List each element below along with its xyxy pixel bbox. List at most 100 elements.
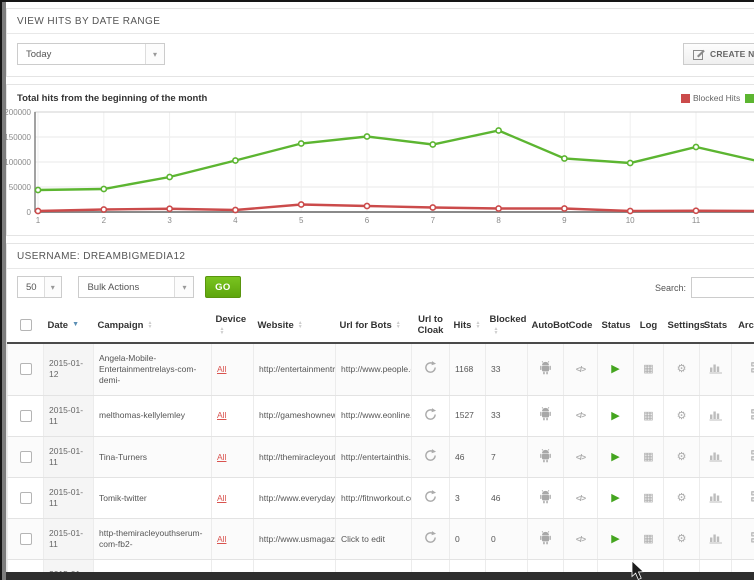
column-header-device[interactable]: Device▲▼: [212, 309, 254, 343]
autobot-android-icon[interactable]: [539, 407, 552, 421]
chevron-down-icon: ▾: [145, 44, 164, 64]
device-link[interactable]: All: [217, 534, 226, 544]
mouse-cursor: [631, 561, 645, 580]
status-play-icon[interactable]: ▶: [611, 533, 619, 545]
cloak-refresh-icon[interactable]: [424, 531, 437, 544]
website-cell: http://themiracleyouthser...: [254, 437, 336, 478]
select-all-checkbox[interactable]: [20, 319, 32, 331]
code-icon[interactable]: </>: [576, 493, 585, 503]
campaign-cell: http-themiracleyouthserum-com-fb2-: [94, 519, 212, 560]
sort-desc-icon: ▼: [72, 321, 79, 328]
autobot-android-icon[interactable]: [539, 449, 552, 463]
log-grid-icon[interactable]: ▦: [643, 492, 653, 504]
campaign-cell: Angela-Mobile-Entertainmentrelays-com-de…: [94, 343, 212, 396]
svg-text:100000: 100000: [5, 158, 32, 167]
status-play-icon[interactable]: ▶: [611, 492, 619, 504]
autobot-android-icon[interactable]: [539, 361, 552, 375]
log-grid-icon[interactable]: ▦: [643, 410, 653, 422]
archive-stack-icon[interactable]: [749, 490, 754, 503]
blocked-cell: 46: [486, 478, 528, 519]
row-checkbox[interactable]: [20, 492, 32, 504]
url-for-bots-cell: http://www.eonline.com/n...: [336, 395, 412, 436]
log-grid-icon[interactable]: ▦: [643, 533, 653, 545]
row-checkbox[interactable]: [20, 410, 32, 422]
create-new-campaign-button[interactable]: CREATE NEW CAMPAIGN: [683, 43, 754, 65]
column-header-stats: Stats: [700, 309, 732, 343]
code-icon[interactable]: </>: [576, 534, 585, 544]
status-play-icon[interactable]: ▶: [611, 451, 619, 463]
legend-label-blocked: Blocked Hits: [693, 93, 740, 103]
archive-stack-icon[interactable]: [749, 408, 754, 421]
page-size-select[interactable]: 50 ▾: [17, 276, 62, 298]
table-row: 2015-01-11 Tina-Turners All http://themi…: [8, 437, 754, 478]
code-icon[interactable]: </>: [576, 410, 585, 420]
date-range-panel: VIEW HITS BY DATE RANGE Today ▾ CREATE N…: [6, 8, 754, 77]
username-title: USERNAME: DREAMBIGMEDIA12: [7, 244, 754, 269]
column-header-url-for-bots[interactable]: Url for Bots▲▼: [336, 309, 412, 343]
column-header-settings: Settings: [664, 309, 700, 343]
settings-gear-icon[interactable]: ⚙: [677, 410, 687, 422]
website-cell: http://entertainmentrelays...: [254, 343, 336, 396]
status-play-icon[interactable]: ▶: [611, 363, 619, 375]
code-icon[interactable]: </>: [576, 452, 585, 462]
cloak-refresh-icon[interactable]: [424, 361, 437, 374]
settings-gear-icon[interactable]: ⚙: [677, 363, 687, 375]
cloak-refresh-icon[interactable]: [424, 449, 437, 462]
cloak-refresh-icon[interactable]: [424, 408, 437, 421]
column-header-date[interactable]: Date▼: [44, 309, 94, 343]
cloak-refresh-icon[interactable]: [424, 490, 437, 503]
stats-chart-icon[interactable]: [709, 531, 723, 544]
svg-text:0: 0: [27, 208, 32, 217]
settings-gear-icon[interactable]: ⚙: [677, 492, 687, 504]
date-range-select-value: Today: [18, 44, 145, 64]
url-for-bots-cell: http://fitnworkout.com/: [336, 478, 412, 519]
archive-stack-icon[interactable]: [749, 361, 754, 374]
device-link[interactable]: All: [217, 364, 226, 374]
settings-gear-icon[interactable]: ⚙: [677, 533, 687, 545]
date-range-select[interactable]: Today ▾: [17, 43, 165, 65]
column-header-blocked[interactable]: Blocked▲▼: [486, 309, 528, 343]
website-cell: http://gameshownews.net: [254, 395, 336, 436]
go-button[interactable]: GO: [205, 276, 241, 298]
search-input[interactable]: [691, 277, 754, 298]
column-header-campaign[interactable]: Campaign▲▼: [94, 309, 212, 343]
log-grid-icon[interactable]: ▦: [643, 451, 653, 463]
stats-chart-icon[interactable]: [709, 408, 723, 421]
column-header-hits[interactable]: Hits▲▼: [450, 309, 486, 343]
code-icon[interactable]: </>: [576, 364, 585, 374]
row-checkbox[interactable]: [20, 533, 32, 545]
stats-chart-icon[interactable]: [709, 449, 723, 462]
column-header-url-to-cloak[interactable]: Url to Cloak: [412, 309, 450, 343]
autobot-android-icon[interactable]: [539, 531, 552, 545]
hits-cell: 46: [450, 437, 486, 478]
stats-chart-icon[interactable]: [709, 490, 723, 503]
chart-title: Total hits from the beginning of the mon…: [17, 93, 754, 104]
table-row: 2015-01-11 http-themiracleyouthserum-com…: [8, 519, 754, 560]
table-row: 2015-01-11 melthomas-kellylemley All htt…: [8, 395, 754, 436]
stats-chart-icon[interactable]: [709, 361, 723, 374]
table-row: 2015-01-12 Angela-Mobile-Entertainmentre…: [8, 343, 754, 396]
svg-text:1: 1: [36, 216, 41, 225]
sort-icon: ▲▼: [494, 327, 499, 335]
legend-swatch-blocked: [681, 94, 690, 103]
device-link[interactable]: All: [217, 410, 226, 420]
autobot-android-icon[interactable]: [539, 490, 552, 504]
log-grid-icon[interactable]: ▦: [643, 363, 653, 375]
column-header-website[interactable]: Website▲▼: [254, 309, 336, 343]
sort-icon: ▲▼: [475, 321, 480, 329]
row-checkbox[interactable]: [20, 451, 32, 463]
settings-gear-icon[interactable]: ⚙: [677, 451, 687, 463]
campaign-cell: Tina-Turners: [94, 437, 212, 478]
date-cell: 2015-01-11: [44, 519, 94, 560]
hits-chart-panel: Total hits from the beginning of the mon…: [6, 84, 754, 236]
sort-icon: ▲▼: [220, 327, 225, 335]
device-link[interactable]: All: [217, 493, 226, 503]
bulk-actions-value: Bulk Actions: [79, 277, 174, 297]
row-checkbox[interactable]: [20, 363, 32, 375]
bulk-actions-select[interactable]: Bulk Actions ▾: [78, 276, 194, 298]
device-link[interactable]: All: [217, 452, 226, 462]
status-play-icon[interactable]: ▶: [611, 410, 619, 422]
archive-stack-icon[interactable]: [749, 449, 754, 462]
archive-stack-icon[interactable]: [749, 531, 754, 544]
legend-item-visitors: Visitors: [745, 93, 754, 103]
